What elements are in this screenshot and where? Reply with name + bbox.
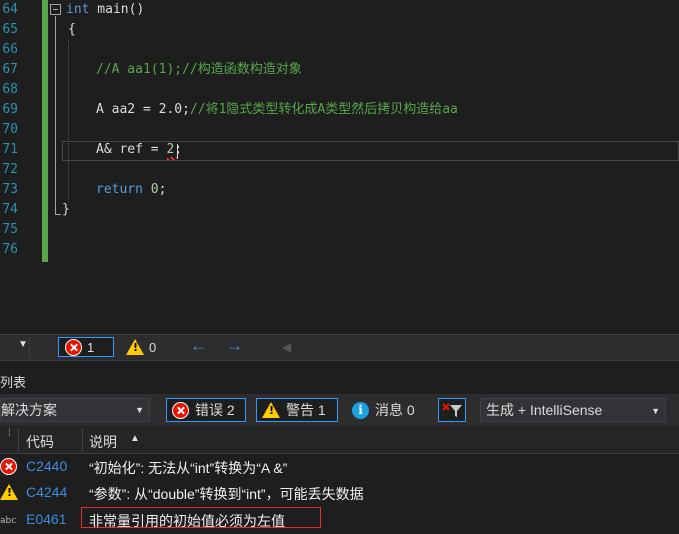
line-number: 75: [2, 222, 18, 237]
comment: //将1隐式类型转化成A类型然后拷贝构造给aa: [189, 102, 458, 117]
error-row[interactable]: C2440 “初始化”: 无法从“int”转换为“A &”: [0, 454, 679, 481]
filter-clear-icon: [442, 403, 462, 417]
error-list-column-header: ⁞ 代码 说明 ▲: [0, 426, 679, 454]
panel-title: 列表: [0, 375, 27, 390]
error-code-link[interactable]: C4244: [26, 484, 67, 500]
pin-icon: ⁞: [8, 428, 11, 439]
errors-filter-label: 错误 2: [195, 402, 235, 418]
build-intellisense-dropdown[interactable]: 生成 + IntelliSense ▼: [480, 398, 666, 422]
error-code-link[interactable]: E0461: [26, 511, 66, 527]
line-number: 69: [2, 102, 18, 117]
error-row[interactable]: C4244 “参数”: 从“double”转换到“int”，可能丢失数据: [0, 480, 679, 507]
line-number: 67: [2, 62, 18, 77]
messages-filter-label: 消息 0: [375, 402, 415, 418]
line-number: 72: [2, 162, 18, 177]
code-line-65: {: [68, 22, 76, 37]
line-number: 64: [2, 2, 18, 17]
indent-guide: [68, 40, 69, 202]
keyword: int: [66, 2, 90, 17]
code-line-73: return 0;: [96, 180, 166, 200]
editor-status-strip: ▼ 1 0 ← → ◀: [0, 334, 679, 360]
warning-icon: [262, 402, 280, 418]
column-header-description[interactable]: 说明: [89, 432, 117, 452]
sort-ascending-icon: ▲: [130, 433, 140, 444]
error-icon: [172, 401, 189, 419]
line-number: 65: [2, 22, 18, 37]
code-text: ;: [174, 142, 183, 157]
zoom-dropdown[interactable]: ▼: [0, 337, 30, 357]
fold-guide-end: [55, 214, 61, 215]
warnings-filter-button[interactable]: 警告 1: [256, 398, 338, 422]
column-separator[interactable]: [82, 428, 83, 452]
line-number: 74: [2, 202, 18, 217]
number-literal: 0: [142, 182, 159, 197]
code-line-64: int main(): [66, 0, 144, 20]
warning-count: 0: [149, 339, 157, 355]
line-number: 66: [2, 42, 18, 57]
warning-icon: [0, 484, 18, 505]
info-icon: i: [352, 401, 369, 419]
line-number: 68: [2, 82, 18, 97]
code-editor[interactable]: 64 65 66 67 68 69 70 71 72 73 74 75 76 i…: [0, 0, 679, 334]
error-description: “初始化”: 无法从“int”转换为“A &”: [89, 460, 288, 476]
warning-icon: [126, 339, 144, 355]
warnings-filter-label: 警告 1: [286, 402, 326, 418]
error-count: 1: [87, 339, 95, 355]
error-count-indicator[interactable]: 1: [58, 337, 114, 357]
code-text: ;: [158, 182, 167, 197]
change-tracking-bar: [42, 0, 48, 262]
scope-dropdown[interactable]: 解决方案 ▼: [0, 398, 150, 422]
messages-filter-button[interactable]: i 消息 0: [346, 398, 428, 422]
collapse-toggle-icon[interactable]: [50, 4, 61, 15]
error-squiggle: [167, 157, 177, 160]
chevron-down-icon: ▼: [135, 405, 144, 415]
column-separator[interactable]: [18, 428, 19, 452]
code-line-74: }: [62, 202, 70, 217]
errors-filter-button[interactable]: 错误 2: [166, 398, 246, 422]
error-description: “参数”: 从“double”转换到“int”，可能丢失数据: [89, 486, 364, 502]
clear-filter-button[interactable]: [438, 398, 466, 422]
code-text: main(): [89, 2, 145, 17]
keyword: return: [96, 182, 143, 197]
annotation-highlight-box: [81, 507, 321, 528]
error-list-toolbar: 解决方案 ▼ 错误 2 警告 1 i 消息 0 生成 + IntelliSens…: [0, 394, 679, 426]
error-icon: [65, 338, 82, 356]
line-number: 71: [2, 142, 18, 157]
intellisense-icon: abc: [0, 516, 17, 526]
error-code-link[interactable]: C2440: [26, 458, 67, 474]
code-text: A& ref =: [96, 142, 167, 157]
scope-value: 解决方案: [1, 402, 57, 418]
next-issue-arrow-icon[interactable]: →: [226, 336, 243, 356]
previous-issue-arrow-icon[interactable]: ←: [190, 336, 207, 356]
code-line-69: A aa2 = 2.0;//将1隐式类型转化成A类型然后拷贝构造给aa: [96, 100, 458, 120]
error-list-header: 列表: [0, 360, 679, 394]
scroll-left-icon[interactable]: ◀: [282, 340, 291, 354]
line-number: 76: [2, 242, 18, 257]
line-number-gutter: 64 65 66 67 68 69 70 71 72 73 74 75 76: [0, 0, 42, 334]
chevron-down-icon: ▼: [651, 406, 660, 416]
code-text: A aa2 = 2.0;: [96, 102, 190, 117]
line-number: 70: [2, 122, 18, 137]
build-filter-value: 生成 + IntelliSense: [486, 402, 603, 418]
line-number: 73: [2, 182, 18, 197]
code-line-67: //A aa1(1);//构造函数构造对象: [96, 62, 302, 77]
fold-guide: [55, 16, 56, 214]
error-icon: [0, 458, 17, 480]
column-header-code[interactable]: 代码: [26, 432, 54, 452]
text-caret: [177, 144, 178, 159]
warning-count-indicator[interactable]: 0: [120, 337, 160, 357]
chevron-down-icon: ▼: [18, 339, 28, 350]
